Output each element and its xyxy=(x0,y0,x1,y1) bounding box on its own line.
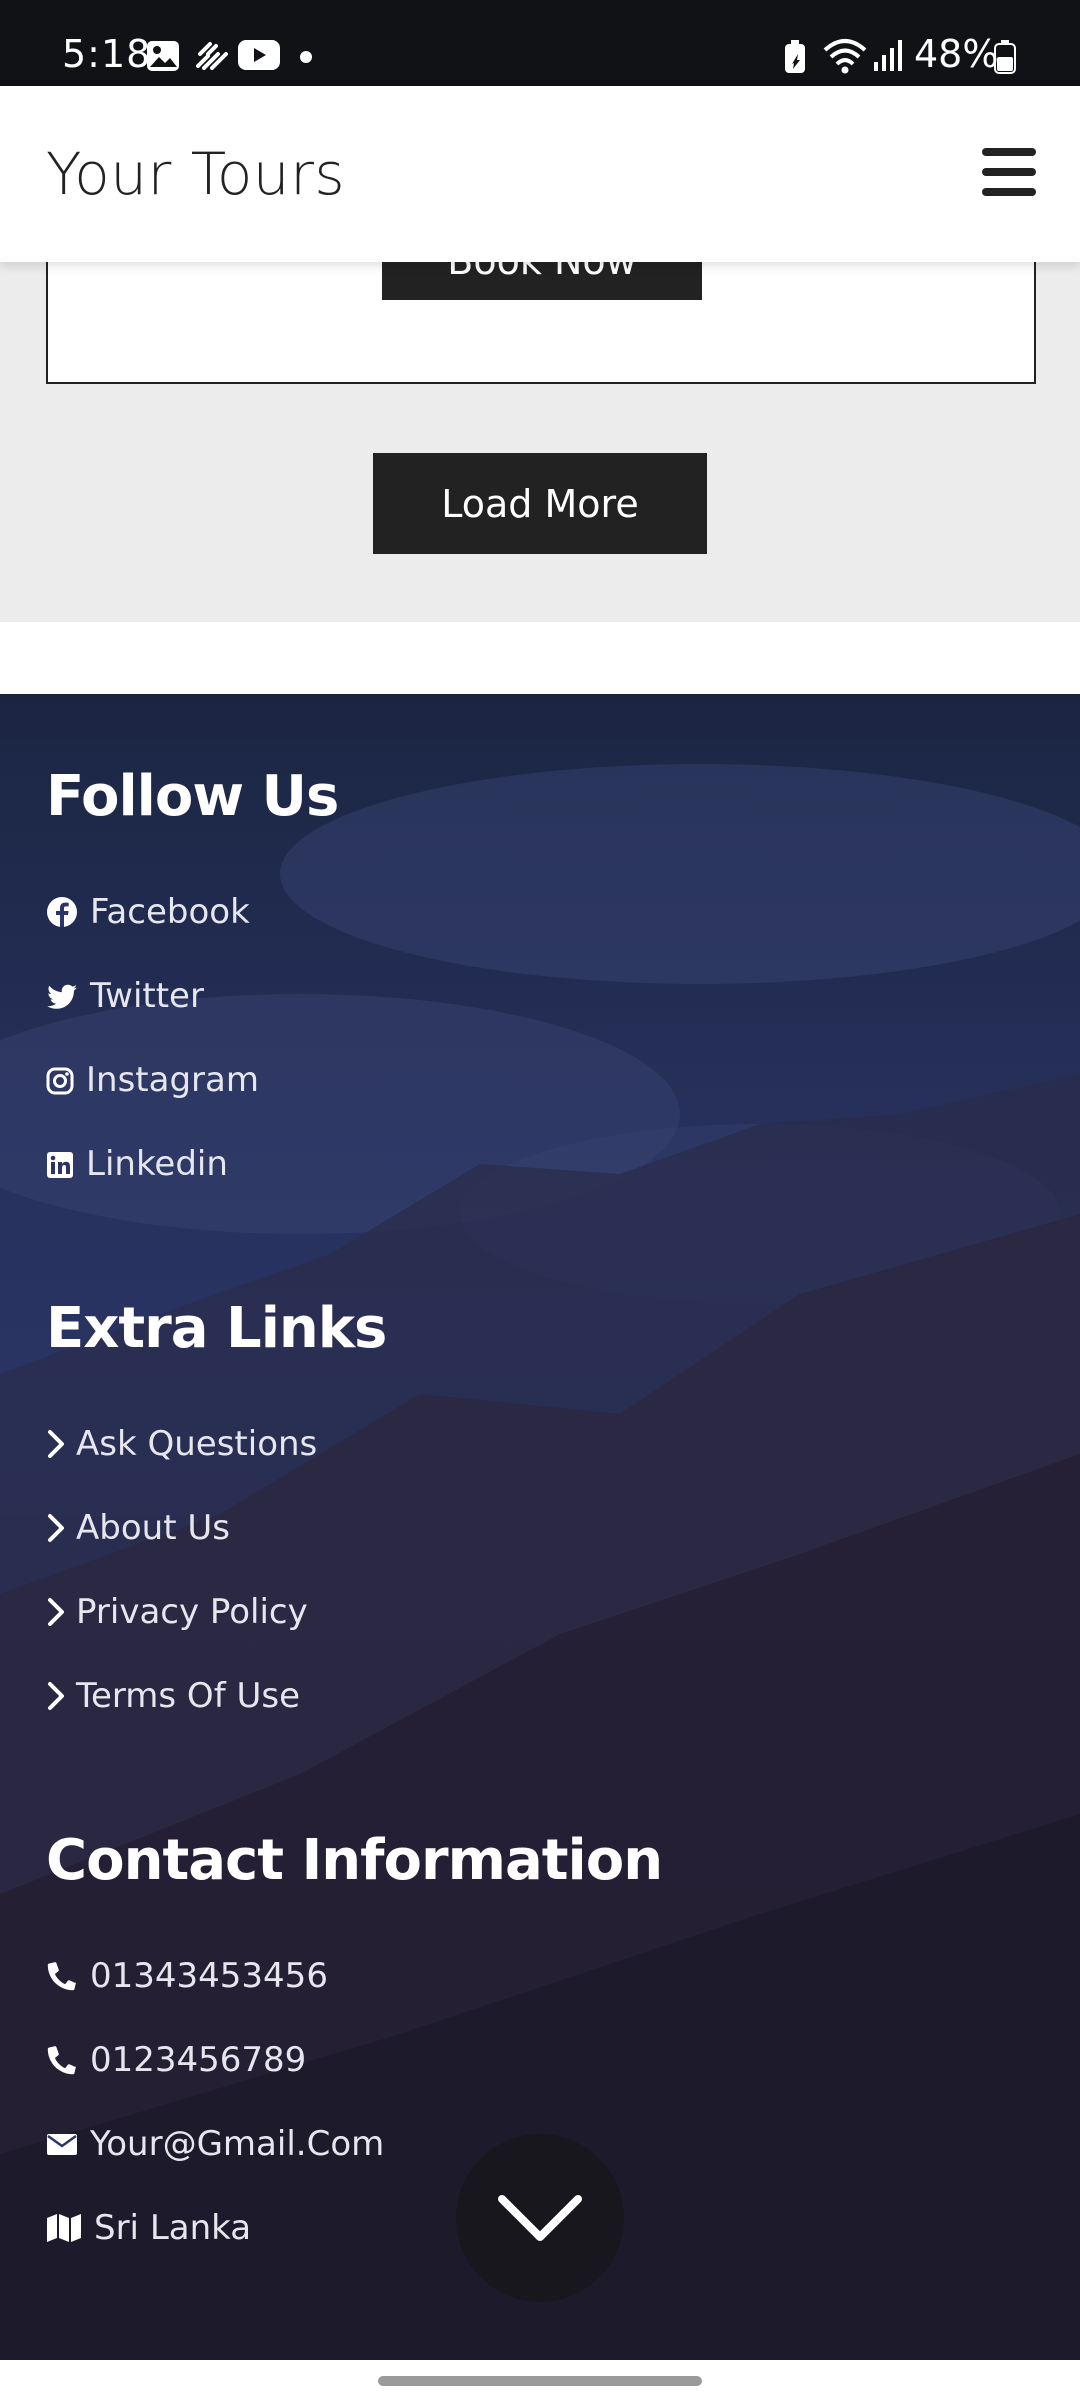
email-label: Your@Gmail.Com xyxy=(90,2124,385,2164)
terms-of-use-link[interactable]: Terms Of Use xyxy=(46,1676,300,1716)
follow-us-heading: Follow Us xyxy=(46,764,339,829)
instagram-icon xyxy=(46,1064,74,1096)
facebook-label: Facebook xyxy=(90,892,250,932)
dot-icon xyxy=(300,50,312,68)
scroll-down-button[interactable] xyxy=(456,2134,624,2302)
location-label: Sri Lanka xyxy=(94,2208,252,2248)
email-link[interactable]: Your@Gmail.Com xyxy=(46,2124,384,2164)
privacy-policy-label: Privacy Policy xyxy=(76,1592,308,1632)
home-gesture-handle[interactable] xyxy=(378,2376,702,2386)
phone-2-label: 0123456789 xyxy=(90,2040,307,2080)
battery-percent: 48% xyxy=(914,32,999,76)
facebook-icon xyxy=(46,896,78,928)
tour-list-area: Book Now Load More xyxy=(0,222,1080,622)
status-bar: 5:18 48% xyxy=(0,0,1080,86)
ask-questions-link[interactable]: Ask Questions xyxy=(46,1424,317,1464)
phone-2-link[interactable]: 0123456789 xyxy=(46,2040,306,2080)
ask-questions-label: Ask Questions xyxy=(76,1424,318,1464)
about-us-link[interactable]: About Us xyxy=(46,1508,230,1548)
chevron-right-icon xyxy=(48,1598,64,1626)
chevron-right-icon xyxy=(48,1682,64,1710)
chevron-right-icon xyxy=(48,1430,64,1458)
facebook-link[interactable]: Facebook xyxy=(46,892,250,932)
status-time: 5:18 xyxy=(62,32,152,76)
linkedin-label: Linkedin xyxy=(86,1144,228,1184)
load-more-button[interactable]: Load More xyxy=(373,453,707,554)
contact-information-heading: Contact Information xyxy=(46,1828,663,1893)
linkedin-link[interactable]: Linkedin xyxy=(46,1144,228,1184)
extra-links-heading: Extra Links xyxy=(46,1296,387,1361)
gallery-icon xyxy=(146,40,180,77)
envelope-icon xyxy=(46,2128,78,2160)
site-header: Your Tours xyxy=(0,86,1080,262)
location-link[interactable]: Sri Lanka xyxy=(46,2208,251,2248)
instagram-label: Instagram xyxy=(86,1060,259,1100)
hamburger-menu-icon[interactable] xyxy=(982,148,1036,196)
phone-1-label: 01343453456 xyxy=(90,1956,328,1996)
linkedin-icon xyxy=(46,1148,74,1180)
wifi-icon xyxy=(822,36,868,79)
map-icon xyxy=(46,2212,82,2244)
phone-icon xyxy=(46,1960,78,1992)
twitter-link[interactable]: Twitter xyxy=(46,976,204,1016)
terms-of-use-label: Terms Of Use xyxy=(76,1676,300,1716)
signal-icon xyxy=(872,38,906,77)
section-divider xyxy=(0,622,1080,694)
twitter-label: Twitter xyxy=(90,976,204,1016)
battery-saver-icon xyxy=(784,40,806,79)
site-footer: Follow Us Facebook Twitter Instagram Lin… xyxy=(0,694,1080,2360)
chevron-right-icon xyxy=(48,1514,64,1542)
app-notification-icon xyxy=(196,40,230,75)
phone-1-link[interactable]: 01343453456 xyxy=(46,1956,328,1996)
youtube-icon xyxy=(238,40,280,75)
twitter-icon xyxy=(46,980,78,1012)
about-us-label: About Us xyxy=(76,1508,230,1548)
site-brand[interactable]: Your Tours xyxy=(46,140,345,208)
phone-icon xyxy=(46,2044,78,2076)
privacy-policy-link[interactable]: Privacy Policy xyxy=(46,1592,308,1632)
system-navigation-bar xyxy=(0,2360,1080,2400)
instagram-link[interactable]: Instagram xyxy=(46,1060,259,1100)
battery-icon xyxy=(994,40,1016,79)
chevron-down-icon xyxy=(498,2195,582,2241)
